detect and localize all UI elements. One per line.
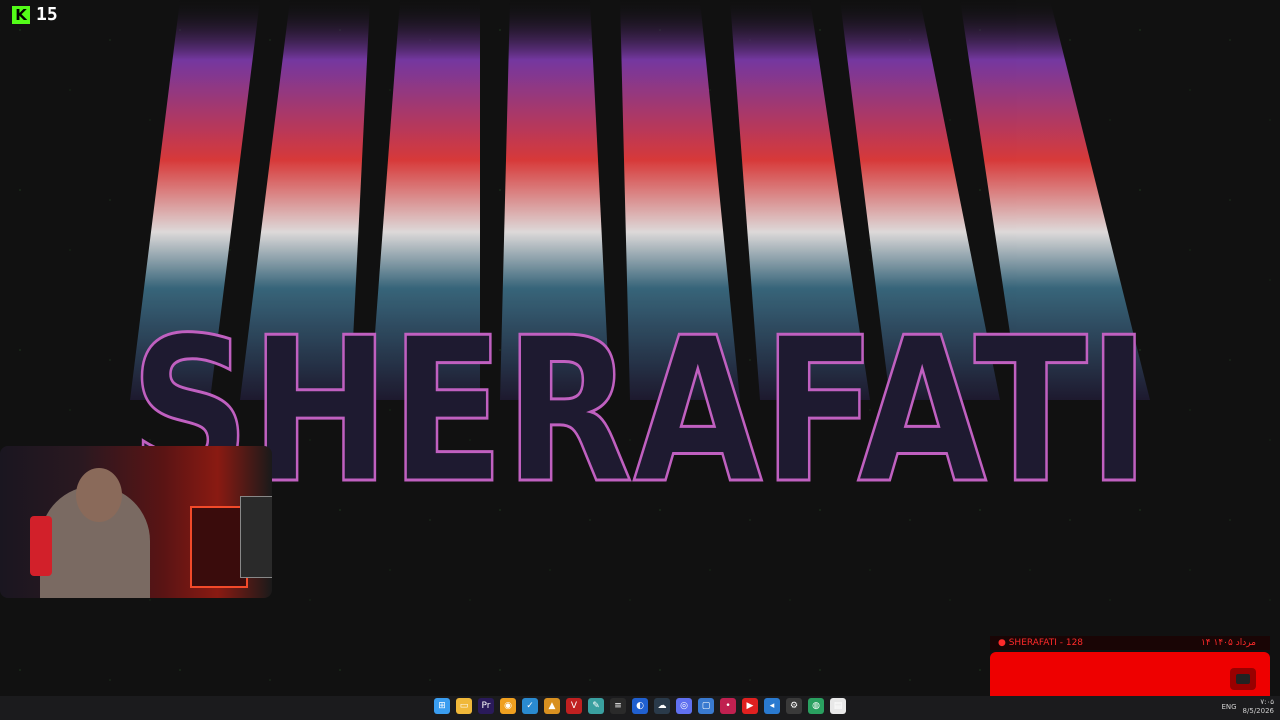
kick-fps-counter: K 15 (12, 4, 58, 25)
system-tray: ENG ۷:۰۵ 8/5/2026 (1221, 698, 1274, 716)
overlay-camera-icon (1230, 668, 1256, 690)
wallpaper-title-text: SHERAFATI (130, 295, 1150, 500)
app-check-icon[interactable]: ✓ (522, 698, 538, 714)
app-green-icon[interactable]: ◍ (808, 698, 824, 714)
overlay-channel-label: ● SHERAFATI - 128 (998, 638, 1084, 648)
clock-time: ۷:۰۵ (1260, 698, 1274, 706)
notepad-icon[interactable]: ▤ (830, 698, 846, 714)
app-settings-icon[interactable]: ⚙ (786, 698, 802, 714)
overlay-info-bar: ● SHERAFATI - 128 ۱۴ مرداد ۱۴۰۵ (990, 636, 1270, 650)
clock[interactable]: ۷:۰۵ 8/5/2026 (1243, 698, 1274, 716)
steam-icon[interactable]: ☁ (654, 698, 670, 714)
youtube-icon[interactable]: ▶ (742, 698, 758, 714)
webcam-overlay (0, 446, 272, 598)
discord-icon[interactable]: ◎ (676, 698, 692, 714)
app-pink-icon[interactable]: • (720, 698, 736, 714)
language-indicator[interactable]: ENG (1221, 703, 1236, 711)
premiere-icon[interactable]: Pr (478, 698, 494, 714)
overlay-date-label: ۱۴ مرداد ۱۴۰۵ (1200, 638, 1256, 648)
monitor (240, 496, 272, 578)
taskbar: ⊞ ▭ Pr ◉ ✓ ▲ V ✎ ≡ ◐ ☁ ◎ ▢ • ▶ ◂ ⚙ ◍ ▤ ENG ۷:۰۵ 8/5/2026 (0, 696, 1280, 720)
file-explorer-icon[interactable]: ▭ (456, 698, 472, 714)
app-dash-icon[interactable]: ≡ (610, 698, 626, 714)
taskbar-app-icons: ⊞ ▭ Pr ◉ ✓ ▲ V ✎ ≡ ◐ ☁ ◎ ▢ • ▶ ◂ ⚙ ◍ ▤ (434, 698, 846, 714)
microphone (30, 516, 52, 576)
app-warning-icon[interactable]: ▲ (544, 698, 560, 714)
chrome-icon[interactable]: ◉ (500, 698, 516, 714)
app-red-icon[interactable]: V (566, 698, 582, 714)
wallpaper-title-art: SHERAFATI (129, 0, 1152, 500)
app-window-icon[interactable]: ▢ (698, 698, 714, 714)
start-icon[interactable]: ⊞ (434, 698, 450, 714)
kick-logo-icon: K (12, 5, 30, 24)
fps-value: 15 (36, 4, 58, 25)
app-pen-icon[interactable]: ✎ (588, 698, 604, 714)
app-blue-circle-icon[interactable]: ◐ (632, 698, 648, 714)
vscode-icon[interactable]: ◂ (764, 698, 780, 714)
streamer-head (76, 468, 122, 522)
clock-date: 8/5/2026 (1242, 707, 1274, 715)
